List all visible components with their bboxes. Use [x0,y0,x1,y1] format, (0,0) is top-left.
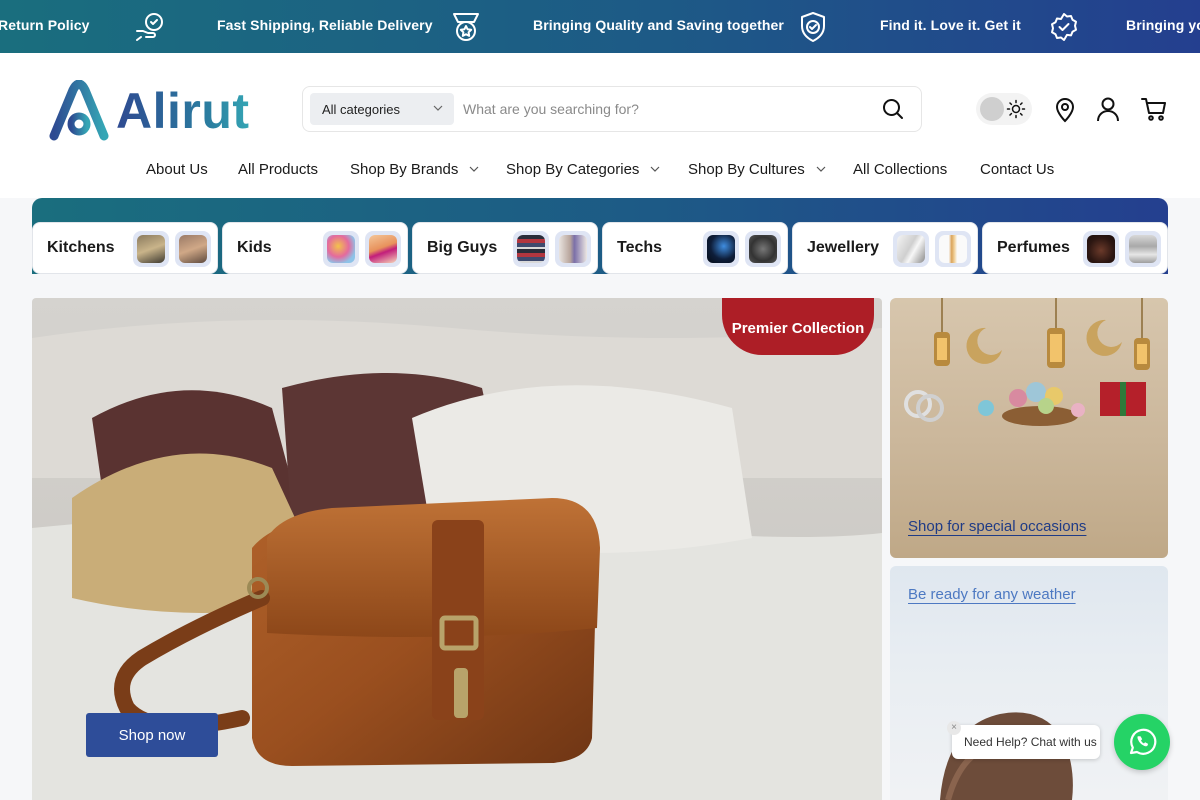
announcement-bar: Return Policy Fast Shipping, Reliable De… [0,0,1200,53]
chevron-down-icon [650,166,660,172]
category-name: Jewellery [807,239,880,256]
main-nav: About Us All Products Shop By Brands Sho… [0,157,1200,187]
nav-label: Shop By Brands [350,161,459,178]
logo[interactable]: Alirut [46,80,249,142]
search-input[interactable] [463,95,853,123]
category-thumbnail [133,231,169,267]
category-thumbnail [555,231,591,267]
badge-check-icon [1051,13,1077,41]
shop-now-button[interactable]: Shop now [86,713,218,757]
announcement-text: Return Policy [0,17,90,33]
nav-label: All Products [238,161,319,178]
chevron-down-icon [433,105,443,111]
category-name: Kitchens [47,239,115,256]
category-thumbnail [745,231,781,267]
category-card-techs[interactable]: Techs [602,222,788,274]
category-thumbnail [1125,231,1161,267]
nav-shop-by-cultures[interactable]: Shop By Cultures [688,161,827,178]
support-hand-icon [136,13,163,41]
category-card-big-guys[interactable]: Big Guys [412,222,598,274]
nav-shop-by-brands[interactable]: Shop By Brands [350,161,480,178]
category-thumbnail [323,231,359,267]
nav-label: Shop By Categories [506,161,640,178]
search-icon[interactable] [881,97,905,121]
logo-mark-icon [49,80,109,141]
nav-label: About Us [146,161,208,178]
chat-help-bubble[interactable]: Need Help? Chat with us [952,725,1100,759]
search-bar: All categories [302,86,922,132]
hero-banner: Premier Collection Shop now [32,298,882,800]
nav-label: Shop By Cultures [688,161,805,178]
cart-icon[interactable] [1140,95,1168,123]
category-card-perfumes[interactable]: Perfumes [982,222,1168,274]
whatsapp-icon [1129,728,1157,755]
chevron-down-icon [816,166,826,172]
nav-all-collections[interactable]: All Collections [853,161,947,178]
location-pin-icon[interactable] [1051,95,1079,123]
category-thumbnail [513,231,549,267]
site-header: Alirut All categories About Us All Produ… [0,53,1200,198]
category-name: Kids [237,239,272,256]
promo-link-any-weather[interactable]: Be ready for any weather [908,586,1076,603]
promo-special-occasions[interactable]: Shop for special occasions [890,298,1168,558]
category-name: Big Guys [427,239,498,256]
announcement-text: Bringing Quality and Saving together [533,17,784,33]
category-name: Perfumes [997,239,1070,256]
whatsapp-button[interactable] [1114,714,1170,770]
announcement-track: Return Policy Fast Shipping, Reliable De… [0,0,1200,53]
nav-label: All Collections [853,161,948,178]
category-name: Techs [617,239,663,256]
category-select-label: All categories [322,102,401,117]
category-thumbnail [365,231,401,267]
logo-text: Alirut [116,83,250,139]
category-thumbnail [935,231,971,267]
premier-collection-tag: Premier Collection [722,298,874,355]
category-select[interactable]: All categories [310,93,454,125]
category-card-kitchens[interactable]: Kitchens [32,222,218,274]
announcement-text: Find it. Love it. Get it [880,17,1021,33]
category-card-kids[interactable]: Kids [222,222,408,274]
theme-toggle[interactable] [976,93,1032,125]
account-icon[interactable] [1094,95,1122,123]
category-thumbnail [175,231,211,267]
nav-label: Contact Us [980,161,1055,178]
promo-link-special-occasions[interactable]: Shop for special occasions [908,518,1086,535]
category-thumbnail [703,231,739,267]
category-thumbnail [893,231,929,267]
category-thumbnail [1083,231,1119,267]
announcement-text: Fast Shipping, Reliable Delivery [217,17,433,33]
chevron-down-icon [469,166,479,172]
theme-toggle-knob [980,97,1004,121]
shield-check-icon [801,12,825,42]
nav-contact-us[interactable]: Contact Us [980,161,1054,178]
announcement-text: Bringing yo [1126,17,1200,33]
nav-all-products[interactable]: All Products [238,161,318,178]
sun-icon [1006,99,1026,119]
medal-icon [453,13,479,41]
nav-about-us[interactable]: About Us [146,161,208,178]
category-card-jewellery[interactable]: Jewellery [792,222,978,274]
nav-shop-by-categories[interactable]: Shop By Categories [506,161,661,178]
close-icon[interactable]: × [947,721,961,735]
